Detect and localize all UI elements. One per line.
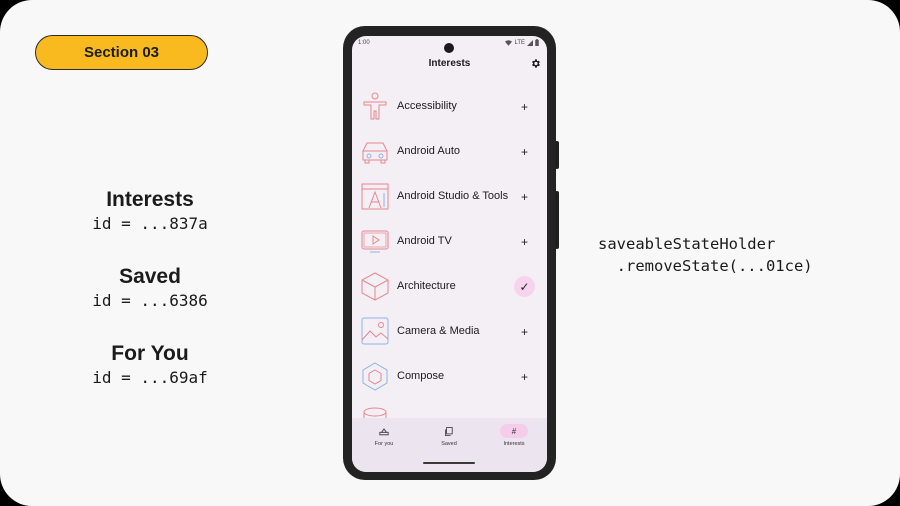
nav-item-saved[interactable]: Saved [419, 424, 479, 447]
topic-row-architecture[interactable]: Architecture ✓ [352, 264, 547, 309]
following-check-button[interactable]: ✓ [514, 276, 535, 297]
phone-frame: 1:00 LTE Interests Accessibility + Andro… [343, 26, 559, 480]
destination-id: id = ...837a [92, 214, 208, 233]
destination-id-list: Interests id = ...837a Saved id = ...638… [60, 186, 240, 417]
battery-icon [535, 39, 539, 46]
destination-saved: Saved id = ...6386 [60, 263, 240, 340]
topic-label: Android TV [397, 235, 452, 247]
topic-row-android-tv[interactable]: Android TV + [352, 219, 547, 264]
volume-button [555, 141, 559, 169]
front-camera [444, 43, 454, 53]
for-you-icon [370, 424, 398, 438]
follow-button[interactable]: + [514, 231, 535, 252]
hashtag-icon: # [500, 424, 528, 438]
destination-id: id = ...6386 [92, 291, 208, 310]
topic-label: Compose [397, 370, 445, 382]
hexagon-icon [362, 362, 388, 391]
follow-button[interactable]: + [514, 321, 535, 342]
topic-row-camera-media[interactable]: Camera & Media + [352, 309, 547, 354]
tv-icon [361, 230, 389, 253]
follow-button[interactable]: + [514, 96, 535, 117]
destination-title: For You [111, 342, 189, 365]
destination-interests: Interests id = ...837a [60, 186, 240, 263]
destination-for-you: For You id = ...69af [60, 340, 240, 417]
signal-icon [527, 39, 533, 46]
follow-button[interactable]: + [514, 366, 535, 387]
power-button [555, 191, 559, 249]
destination-title: Interests [106, 188, 194, 211]
topic-label: Architecture [397, 280, 456, 292]
network-label: LTE [514, 39, 525, 46]
page-title: Interests [428, 58, 471, 69]
status-icons: LTE [505, 39, 539, 46]
topic-row-android-studio[interactable]: Android Studio & Tools + [352, 174, 547, 219]
topic-row-accessibility[interactable]: Accessibility + [352, 84, 547, 129]
nav-label: Saved [441, 441, 457, 447]
follow-button[interactable]: + [514, 141, 535, 162]
topic-label: Camera & Media [397, 325, 480, 337]
topics-list[interactable]: Accessibility + Android Auto + Android S… [352, 84, 547, 456]
bookmarks-icon [435, 424, 463, 438]
gear-icon[interactable] [530, 58, 541, 69]
slide: Section 03 Interests id = ...837a Saved … [0, 0, 900, 506]
wifi-icon [505, 39, 513, 46]
nav-item-interests[interactable]: # Interests [484, 424, 544, 447]
destination-title: Saved [119, 265, 181, 288]
gesture-handle[interactable] [423, 462, 475, 464]
code-line-1: saveableStateHolder [598, 235, 776, 253]
nav-label: Interests [503, 441, 525, 447]
destination-id: id = ...69af [92, 368, 208, 387]
status-time: 1:00 [358, 40, 370, 46]
accessibility-figure-icon [363, 92, 387, 120]
cube-icon [361, 272, 389, 301]
follow-button[interactable]: + [514, 186, 535, 207]
phone-screen: 1:00 LTE Interests Accessibility + Andro… [352, 36, 547, 472]
code-line-2: .removeState(...01ce) [598, 257, 813, 275]
car-icon [362, 142, 388, 164]
topic-row-compose[interactable]: Compose + [352, 354, 547, 399]
nav-item-for-you[interactable]: For you [354, 424, 414, 447]
topic-label: Accessibility [397, 100, 457, 112]
topic-label: Android Studio & Tools [397, 190, 509, 202]
code-snippet: saveableStateHolder .removeState(...01ce… [598, 233, 813, 277]
image-icon [361, 317, 389, 345]
studio-tools-icon [361, 183, 389, 210]
section-badge: Section 03 [35, 35, 208, 70]
topic-label: Android Auto [397, 145, 460, 157]
topic-row-android-auto[interactable]: Android Auto + [352, 129, 547, 174]
nav-label: For you [374, 441, 394, 447]
